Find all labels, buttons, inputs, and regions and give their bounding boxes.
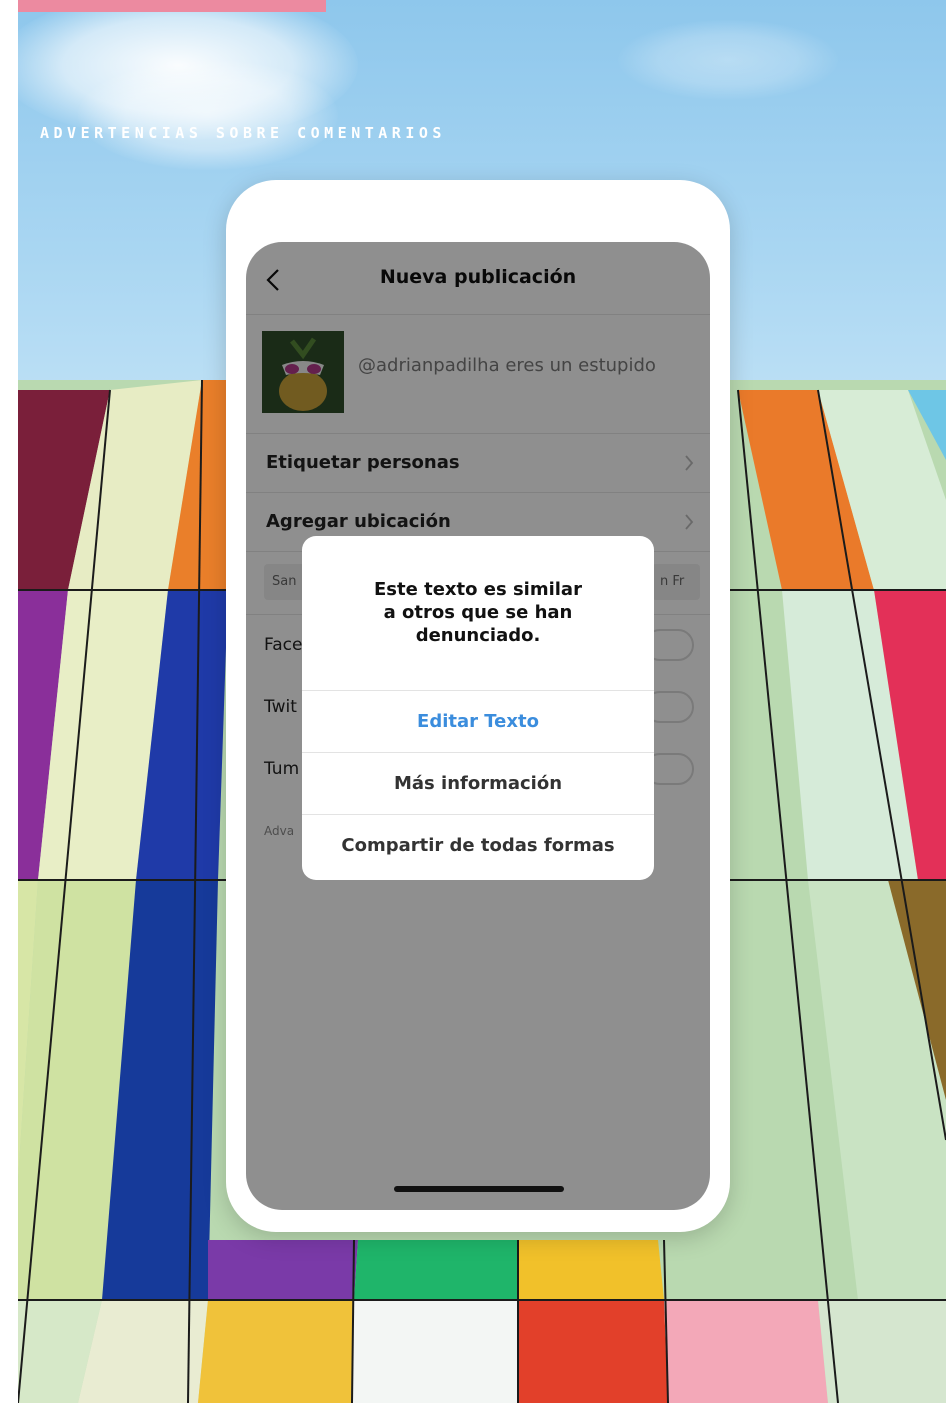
accent-bar [18, 0, 326, 12]
warning-alert: Este texto es similar a otros que se han… [302, 536, 654, 880]
edit-text-button[interactable]: Editar Texto [302, 690, 654, 753]
home-indicator[interactable] [394, 1186, 564, 1192]
alert-message: Este texto es similar a otros que se han… [374, 579, 582, 646]
section-heading: ADVERTENCIAS SOBRE COMENTARIOS [40, 124, 446, 142]
phone-screen: Nueva publicación @adrianpadilha eres un… [246, 242, 710, 1210]
phone-mockup: Nueva publicación @adrianpadilha eres un… [226, 180, 730, 1232]
cloud [78, 60, 338, 170]
cloud [618, 20, 838, 100]
share-anyway-button[interactable]: Compartir de todas formas [302, 814, 654, 877]
more-info-button[interactable]: Más información [302, 752, 654, 815]
